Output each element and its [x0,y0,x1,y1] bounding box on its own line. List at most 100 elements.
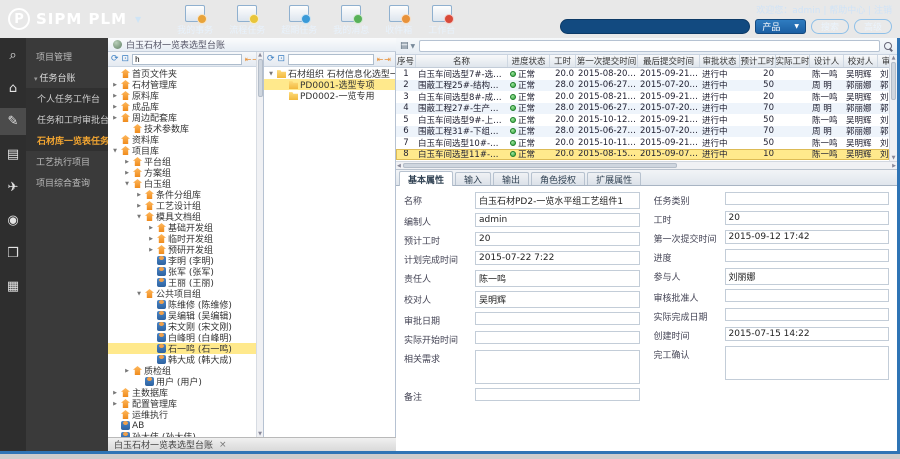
field-value[interactable]: 2015-07-15 14:22 [725,327,890,341]
expand-arrow-icon[interactable]: ▶ [111,401,119,407]
tree-node[interactable]: 吴编辑 (吴编辑) [108,310,263,321]
expand-arrow-icon[interactable]: ▶ [111,93,119,99]
column-header[interactable]: 进度状态 [508,55,550,67]
field-value[interactable]: 20 [725,211,890,225]
advanced-search-button[interactable]: 高级 [854,19,892,34]
toolbar-button[interactable]: 超期任务 [281,5,317,36]
expand-arrow-icon[interactable]: ▼ [135,291,143,297]
expand-arrow-icon[interactable]: ▶ [123,159,131,165]
expand-arrow-icon[interactable]: ▶ [111,115,119,121]
collapse-expand-icons[interactable]: ⇤⇥ [377,55,392,64]
expand-arrow-icon[interactable]: ▶ [147,247,155,253]
scroll-up-icon[interactable]: ▲ [258,52,262,58]
expand-arrow-icon[interactable]: ▼ [267,71,275,77]
tree-node[interactable]: 运维执行 [108,409,263,420]
tree-node[interactable]: 资料库 [108,134,263,145]
close-icon[interactable]: × [219,440,227,450]
search-category-select[interactable]: 产品 ▼ [755,19,806,34]
tree-node[interactable]: ▶ 周边配套库 [108,112,263,123]
field-value[interactable]: 刘丽娜 [725,268,890,285]
tree-node[interactable]: ▼ 项目库 [108,145,263,156]
tree-node[interactable]: ▼ 白玉组 [108,178,263,189]
search-icon[interactable] [884,42,893,51]
field-value[interactable]: 陈一鸣 [475,270,640,287]
tree-node[interactable]: 陈维修 (陈维修) [108,299,263,310]
column-header[interactable]: 工时 [550,55,576,67]
field-value[interactable]: admin [475,213,640,227]
field-value[interactable] [725,249,890,262]
tree-node[interactable]: ▶ 预研开发组 [108,244,263,255]
tree-node[interactable]: 韩大成 (韩大成) [108,354,263,365]
home-icon[interactable]: ⌂ [0,75,26,102]
expand-arrow-icon[interactable]: ▶ [111,104,119,110]
field-value[interactable]: 吴明辉 [475,291,640,308]
field-value[interactable] [725,289,890,302]
白玉车间选型8#-成果基本任务[interactable]: 3 白玉车间选型8#-成果基本任务 正常 20.0 2015-08-21 7:2… [396,91,889,103]
field-value[interactable] [725,346,890,380]
tree-node[interactable]: ▶ 临时开发组 [108,233,263,244]
field-value[interactable]: 白玉石材PD2-一览水平组工艺组件1 [475,192,640,209]
column-header[interactable]: 第一次提交时间 [576,55,638,67]
toolbar-button[interactable]: 我的事务 [177,5,213,36]
toolbar-button[interactable]: 我的消息 [333,5,369,36]
scrollbar-thumb[interactable] [258,59,263,97]
column-header[interactable]: 序号 [396,55,416,67]
tree-node[interactable]: 白峰明 (白峰明) [108,332,263,343]
search-button[interactable]: 搜索 [811,19,849,34]
tree-vertical-scrollbar[interactable]: ▲ ▼ [256,52,263,437]
tree-node[interactable]: ▶ 石材管理库 [108,79,263,90]
tree-node[interactable]: ▼ 石材组织 石材信息化选型一览表 [264,68,395,79]
field-value[interactable] [725,192,890,205]
expand-arrow-icon[interactable]: ▶ [123,170,131,176]
field-value[interactable]: 2015-09-12 17:42 [725,230,890,244]
白玉车间选型9#-上台基本任务[interactable]: 5 白玉车间选型9#-上台基本任务 正常 20.0 2015-10-12 17:… [396,114,889,126]
field-value[interactable]: 2015-07-22 7:22 [475,251,640,265]
global-search-icon[interactable]: ⌕ [0,42,26,69]
sidebar-item[interactable]: 项目综合查询 [26,172,108,193]
sidebar-item[interactable]: 石材库一览表任务台账 [26,130,108,151]
library-icon[interactable]: ❒ [0,240,26,267]
scroll-up-icon[interactable]: ▲ [892,55,896,61]
围蔽工程31#-下组预案任务[interactable]: 6 围蔽工程31#-下组预案任务 正常 28.0 2015-06-27 7:42… [396,126,889,138]
白玉车间选型10#-上台基本任务[interactable]: 7 白玉车间选型10#-上台基本任务 正常 20.0 2015-10-11 7:… [396,137,889,149]
tree-node[interactable]: ▶ 成品库 [108,101,263,112]
expand-arrow-icon[interactable]: ▶ [135,192,143,198]
toolbar-button[interactable]: 工作台 [428,5,455,36]
refresh-icon[interactable]: ⟳ [111,55,119,64]
locate-icon[interactable]: ⊡ [122,55,130,64]
expand-arrow-icon[interactable]: ▼ [135,214,143,220]
logo-caret-icon[interactable]: ▼ [135,15,141,24]
column-header[interactable]: 最后提交时间 [638,55,700,67]
detail-tab[interactable]: 基本属性 [399,171,453,186]
user-links[interactable]: 欢迎您：admin | 帮助中心 | 注销 [756,3,892,16]
tree-node[interactable]: 技术参数库 [108,123,263,134]
field-value[interactable] [475,312,640,325]
media-icon[interactable]: ▦ [0,273,26,300]
tree-node[interactable]: ▼ 公共项目组 [108,288,263,299]
tree-node[interactable]: ▶ 工艺设计组 [108,200,263,211]
tree-node[interactable]: 孙大伟 (孙大伟) [108,431,263,437]
scroll-right-icon[interactable]: ▶ [892,163,896,169]
scroll-down-icon[interactable]: ▼ [892,155,896,161]
tree-node[interactable]: 石一鸣 (石一鸣) [108,343,263,354]
expand-arrow-icon[interactable]: ▼ [111,148,119,154]
app-logo[interactable]: P SIPM PLM ▼ [0,0,151,38]
column-header[interactable]: 审批状态 [700,55,740,67]
tree-filter-input[interactable] [132,54,242,65]
global-search-input[interactable] [560,19,750,34]
tree-node[interactable]: ▶ 条件分组库 [108,189,263,200]
tree-node[interactable]: 王丽 (王丽) [108,277,263,288]
detail-tab[interactable]: 输出 [493,172,529,185]
tree-node[interactable]: ▶ 平台组 [108,156,263,167]
edit-icon[interactable]: ✎ [0,108,26,135]
column-header[interactable]: 预计工时 [740,55,776,67]
column-header[interactable]: 校对人 [844,55,878,67]
expand-arrow-icon[interactable]: ▶ [147,236,155,242]
tree-node[interactable]: 首页文件夹 [108,68,263,79]
field-value[interactable] [475,331,640,344]
sidebar-item[interactable]: 任务和工时审批台账 [26,109,108,130]
table-horizontal-scrollbar[interactable]: ◀ ▶ [396,161,897,170]
scrollbar-thumb[interactable] [403,163,677,168]
column-header[interactable]: 审核人 [878,55,889,67]
refresh-icon[interactable]: ⟳ [267,55,275,64]
